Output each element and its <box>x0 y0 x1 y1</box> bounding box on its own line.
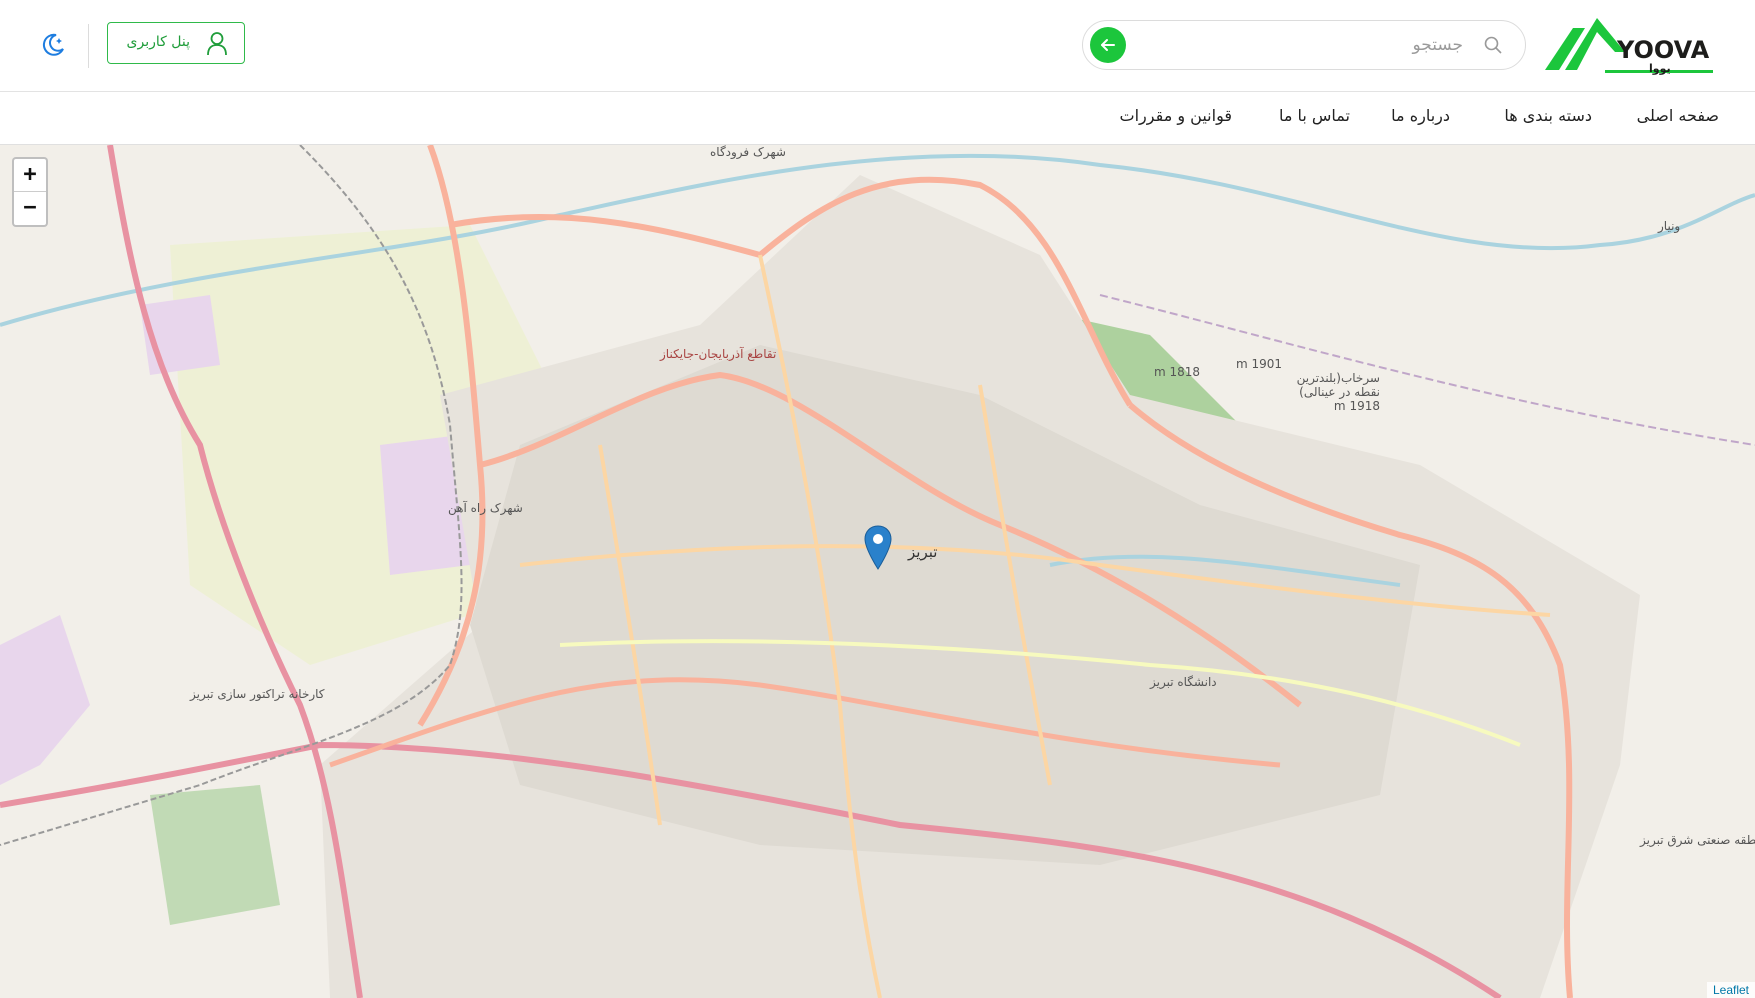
map-tiles <box>0 145 1755 998</box>
user-panel-button[interactable]: پنل کاربری <box>107 22 245 64</box>
user-icon <box>207 32 227 56</box>
user-panel-label: پنل کاربری <box>126 34 190 50</box>
map-view[interactable]: شهرک فرودگاه تبریز شهرک راه آهن دانشگاه … <box>0 145 1755 998</box>
map-label: 1901 m <box>1236 357 1283 371</box>
search-icon <box>1484 36 1502 54</box>
search-submit-button[interactable] <box>1090 27 1126 63</box>
site-header: YOOVA یووا پنل کاربری <box>0 0 1755 92</box>
map-attribution[interactable]: Leaflet <box>1706 982 1755 998</box>
map-label: شهرک راه آهن <box>448 501 523 515</box>
nav-item-home[interactable]: صفحه اصلی <box>1637 106 1719 125</box>
nav-item-categories[interactable]: دسته بندی ها <box>1504 106 1592 125</box>
brand-name-fa: یووا <box>1649 62 1671 75</box>
map-label: سرخاب(بلندترین نقطه در عینالی) 1918 m <box>1296 371 1380 413</box>
nav-item-about[interactable]: درباره ما <box>1391 106 1450 125</box>
map-label: ونیار <box>1658 219 1681 233</box>
arrow-left-icon <box>1101 39 1115 51</box>
map-label: دانشگاه تبریز <box>1150 675 1217 689</box>
zoom-in-button[interactable]: + <box>14 159 46 192</box>
brand-name: YOOVA <box>1617 36 1710 64</box>
map-pin-icon[interactable] <box>863 525 893 571</box>
moon-icon[interactable] <box>40 32 66 58</box>
search-input[interactable] <box>1143 29 1463 61</box>
map-label: 1818 m <box>1154 365 1201 379</box>
map-label: کارخانه تراکتور سازی تبریز <box>190 687 325 701</box>
search-bar <box>1082 20 1526 70</box>
header-divider <box>88 24 89 68</box>
zoom-control: + − <box>12 157 48 227</box>
zoom-out-button[interactable]: − <box>14 192 46 225</box>
map-label: تبریز <box>908 543 938 561</box>
map-label: تقاطع آذربایجان-جایکناز <box>660 347 777 361</box>
map-label: شهرک فرودگاه <box>710 145 786 159</box>
yoova-logo[interactable]: YOOVA یووا <box>1545 12 1717 78</box>
map-label: منطقه صنعتی شرق تبریز <box>1640 833 1755 847</box>
nav-item-contact[interactable]: تماس با ما <box>1279 106 1350 125</box>
main-nav: صفحه اصلی دسته بندی ها درباره ما تماس با… <box>0 92 1755 145</box>
nav-item-rules[interactable]: قوانین و مقررات <box>1120 106 1232 125</box>
